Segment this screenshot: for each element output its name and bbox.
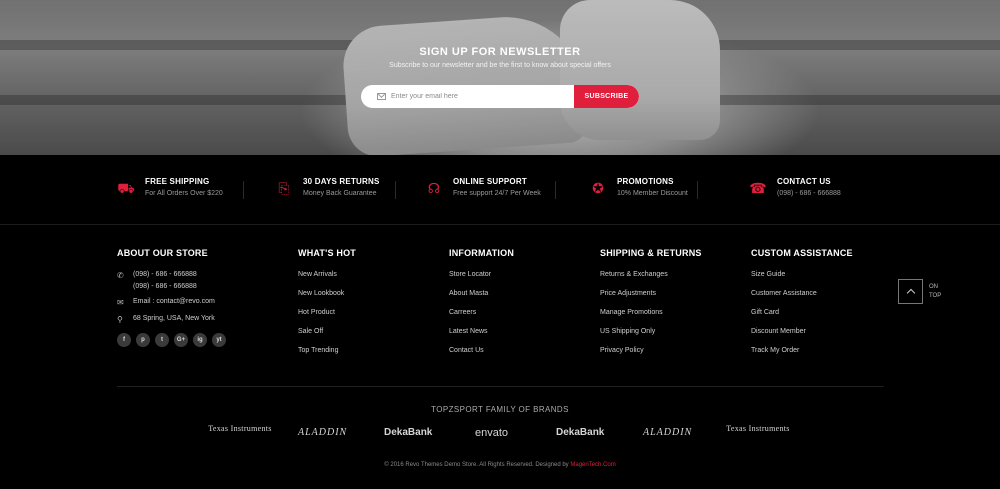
newsletter-subtitle: Subscribe to our newsletter and be the f… — [389, 62, 611, 69]
footer-link[interactable]: Gift Card — [751, 309, 853, 328]
footer-divider — [117, 386, 884, 387]
feature-free-shipping: ⛟ FREE SHIPPING For All Orders Over $220 — [117, 177, 223, 197]
feature-contact: ☎ CONTACT US (098) - 686 - 666888 — [749, 177, 841, 197]
back-to-top[interactable]: ON TOP — [898, 279, 941, 304]
footer-link[interactable]: Price Adjustments — [600, 290, 702, 309]
twitter-icon[interactable]: t — [155, 333, 169, 347]
return-box-icon: ⎘ — [278, 180, 290, 196]
phone-number: (098) - 686 - 666888 — [133, 271, 197, 278]
feature-title: PROMOTIONS — [617, 177, 674, 186]
feature-promotions: ✪ PROMOTIONS 10% Member Discount — [589, 177, 688, 197]
envelope-icon: ✉ — [117, 298, 124, 307]
about-store-column: ABOUT OUR STORE ✆ (098) - 686 - 666888 (… — [117, 248, 226, 347]
footer-link[interactable]: About Masta — [449, 290, 514, 309]
designer-link[interactable]: MagenTech.Com — [570, 462, 615, 468]
copyright: © 2016 Revo Themes Demo Store. All Right… — [0, 462, 1000, 468]
feature-subtitle: (098) - 686 - 666888 — [777, 190, 841, 197]
feature-subtitle: For All Orders Over $220 — [145, 190, 223, 197]
feature-subtitle: 10% Member Discount — [617, 190, 688, 197]
column-heading: INFORMATION — [449, 248, 515, 258]
pinterest-icon[interactable]: p — [136, 333, 150, 347]
footer-link[interactable]: Privacy Policy — [600, 347, 702, 366]
footer-link[interactable]: Customer Assistance — [751, 290, 853, 309]
footer-link[interactable]: New Lookbook — [298, 290, 356, 309]
feature-subtitle: Free support 24/7 Per Week — [453, 190, 541, 197]
map-pin-icon: ⚲ — [117, 315, 123, 324]
brand-logo-texas-instruments[interactable]: Texas Instruments — [207, 425, 273, 433]
footer-link[interactable]: Discount Member — [751, 328, 853, 347]
sale-tag-icon: ✪ — [592, 180, 604, 196]
footer-link[interactable]: Latest News — [449, 328, 514, 347]
brand-logo-aladdin[interactable]: ALADDIN — [298, 427, 347, 438]
newsletter-form: SUBSCRIBE — [361, 85, 639, 108]
footer-link[interactable]: Sale Off — [298, 328, 356, 347]
brand-logo-aladdin[interactable]: ALADDIN — [643, 427, 692, 438]
email-field-wrapper — [361, 85, 574, 108]
information-column: INFORMATION Store Locator About Masta Ca… — [449, 248, 514, 366]
phone-row: ✆ (098) - 686 - 666888 (098) - 686 - 666… — [117, 271, 226, 290]
truck-icon: ⛟ — [117, 180, 135, 196]
feature-subtitle: Money Back Guarantee — [303, 190, 377, 197]
subscribe-button[interactable]: SUBSCRIBE — [574, 85, 639, 108]
feature-support: ☊ ONLINE SUPPORT Free support 24/7 Per We… — [425, 177, 541, 197]
footer-link[interactable]: Contact Us — [449, 347, 514, 366]
brands-title: TOPZSPORT FAMILY OF BRANDS — [431, 405, 569, 414]
brand-logo-texas-instruments[interactable]: Texas Instruments — [725, 425, 791, 433]
headset-icon: ☊ — [427, 180, 441, 196]
newsletter-banner — [0, 0, 1000, 155]
brand-logo-dekabank[interactable]: DekaBank — [384, 427, 432, 438]
email-text[interactable]: Email : contact@revo.com — [133, 298, 215, 307]
column-heading: ABOUT OUR STORE — [117, 248, 208, 258]
footer-link[interactable]: Returns & Exchanges — [600, 271, 702, 290]
on-top-label: ON — [929, 283, 938, 290]
footer-link[interactable]: Store Locator — [449, 271, 514, 290]
whats-hot-column: WHAT'S HOT New Arrivals New Lookbook Hot… — [298, 248, 356, 366]
shipping-returns-column: SHIPPING & RETURNS Returns & Exchanges P… — [600, 248, 702, 366]
copyright-text: © 2016 Revo Themes Demo Store. All Right… — [384, 462, 571, 468]
mail-icon — [377, 93, 386, 100]
footer-link[interactable]: Manage Promotions — [600, 309, 702, 328]
newsletter-title: SIGN UP FOR NEWSLETTER — [419, 46, 581, 58]
youtube-icon[interactable]: yt — [212, 333, 226, 347]
email-row: ✉ Email : contact@revo.com — [117, 298, 226, 307]
feature-title: 30 DAYS RETURNS — [303, 177, 380, 186]
features-bar: ⛟ FREE SHIPPING For All Orders Over $220 … — [0, 155, 1000, 225]
instagram-icon[interactable]: ig — [193, 333, 207, 347]
footer-link[interactable]: Size Guide — [751, 271, 853, 290]
feature-title: FREE SHIPPING — [145, 177, 210, 186]
column-heading: SHIPPING & RETURNS — [600, 248, 702, 258]
phone-number: (098) - 686 - 666888 — [133, 283, 197, 290]
footer-link[interactable]: New Arrivals — [298, 271, 356, 290]
address-text: 68 Spring, USA, New York — [133, 315, 215, 322]
google-plus-icon[interactable]: G+ — [174, 333, 188, 347]
column-heading: CUSTOM ASSISTANCE — [751, 248, 853, 258]
feature-returns: ⎘ 30 DAYS RETURNS Money Back Guarantee — [275, 177, 380, 197]
feature-title: CONTACT US — [777, 177, 831, 186]
column-heading: WHAT'S HOT — [298, 248, 356, 258]
custom-assistance-column: CUSTOM ASSISTANCE Size Guide Customer As… — [751, 248, 853, 366]
footer-link[interactable]: Hot Product — [298, 309, 356, 328]
phone-icon: ☎ — [749, 180, 767, 196]
chevron-up-icon[interactable] — [898, 279, 923, 304]
brand-logo-dekabank[interactable]: DekaBank — [556, 427, 604, 438]
footer-link[interactable]: Top Trending — [298, 347, 356, 366]
feature-title: ONLINE SUPPORT — [453, 177, 527, 186]
brand-logo-envato[interactable]: envato — [475, 427, 508, 439]
footer-link[interactable]: US Shipping Only — [600, 328, 702, 347]
social-links: f p t G+ ig yt — [117, 333, 226, 347]
footer-link[interactable]: Carreers — [449, 309, 514, 328]
address-row: ⚲ 68 Spring, USA, New York — [117, 315, 226, 324]
phone-icon: ✆ — [117, 271, 124, 280]
footer-link[interactable]: Track My Order — [751, 347, 853, 366]
email-input[interactable] — [391, 93, 551, 100]
on-top-label: TOP — [929, 292, 942, 299]
facebook-icon[interactable]: f — [117, 333, 131, 347]
